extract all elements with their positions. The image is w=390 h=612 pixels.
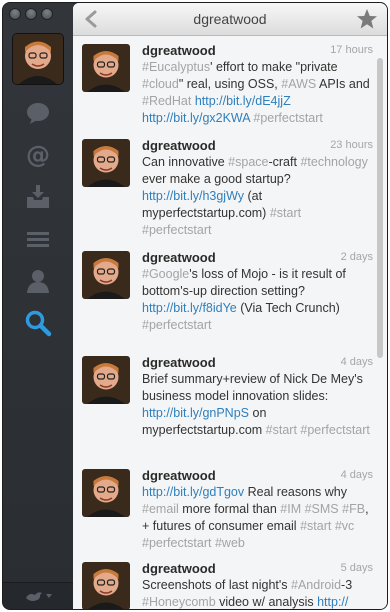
tweet-text-segment: -craft bbox=[268, 155, 301, 169]
tweet-row[interactable]: dgreatwood 5 days Screenshots of last nigh… bbox=[73, 554, 387, 609]
tweet-text: Brief summary+review of Nick De Mey's bu… bbox=[142, 371, 372, 439]
hashtag-link[interactable]: #Eucalyptus bbox=[142, 60, 210, 74]
tweet-row[interactable]: dgreatwood 23 hours Can innovative #space-… bbox=[73, 131, 387, 244]
titlebar: dgreatwood bbox=[73, 3, 387, 36]
tweet-row[interactable]: dgreatwood 2 days #Google's loss of Mojo -… bbox=[73, 243, 387, 349]
timeline-bubble-icon[interactable] bbox=[21, 96, 55, 130]
tweet-text: #Eucalyptus' effort to make "private #cl… bbox=[142, 59, 372, 127]
tweet-username[interactable]: dgreatwood bbox=[142, 355, 216, 370]
url-link[interactable]: http://bit.ly/gnPNpS bbox=[142, 406, 249, 420]
hashtag-link[interactable]: #cloud bbox=[142, 77, 179, 91]
hashtag-link[interactable]: #vc bbox=[335, 519, 354, 533]
minimize-window-button[interactable] bbox=[25, 8, 37, 20]
tweet-text: Screenshots of last night's #Android-3 #… bbox=[142, 577, 372, 609]
tweet-row[interactable]: dgreatwood 4 days Brief summary+review of … bbox=[73, 348, 387, 462]
tweet-text-segment: more formal than bbox=[178, 502, 281, 516]
tweet-timestamp: 4 days bbox=[340, 356, 373, 368]
hashtag-link[interactable]: #FB bbox=[342, 502, 365, 516]
tweet-text: #Google's loss of Mojo - is it result of… bbox=[142, 266, 372, 334]
tweet-avatar[interactable] bbox=[82, 469, 130, 517]
lists-icon[interactable] bbox=[21, 222, 55, 256]
hashtag-link[interactable]: #perfectstart bbox=[142, 318, 211, 332]
tweet-text-segment: ever make a good startup? bbox=[142, 172, 291, 186]
hashtag-link[interactable]: #start bbox=[266, 423, 297, 437]
window-controls bbox=[9, 8, 53, 20]
hashtag-link[interactable]: #technology bbox=[300, 155, 367, 169]
hashtag-link[interactable]: #perfectstart bbox=[142, 536, 211, 550]
tweet-username[interactable]: dgreatwood bbox=[142, 250, 216, 265]
scrollbar-thumb[interactable] bbox=[377, 58, 383, 358]
tweet-timestamp: 2 days bbox=[340, 251, 373, 263]
tweet-text-segment: ' effort to make "private bbox=[210, 60, 338, 74]
hashtag-link[interactable]: #AWS bbox=[281, 77, 316, 91]
search-icon[interactable] bbox=[21, 306, 55, 340]
hashtag-link[interactable]: #IM bbox=[280, 502, 301, 516]
hashtag-link[interactable]: #SMS bbox=[305, 502, 339, 516]
hashtag-link[interactable]: #perfectstart bbox=[300, 423, 369, 437]
url-link[interactable]: http://bit.ly/gx2KWA bbox=[142, 111, 250, 125]
tweet-timeline[interactable]: dgreatwood 17 hours #Eucalyptus' effort to… bbox=[73, 36, 387, 609]
hashtag-link[interactable]: #RedHat bbox=[142, 94, 191, 108]
tweet-username[interactable]: dgreatwood bbox=[142, 468, 216, 483]
account-avatar[interactable] bbox=[13, 34, 63, 84]
hashtag-link[interactable]: #email bbox=[142, 502, 179, 516]
url-link[interactable]: http://bit.ly/gdTgov bbox=[142, 485, 244, 499]
url-link[interactable]: http://bit.ly/dE4jjZ bbox=[195, 94, 291, 108]
tweet-row[interactable]: dgreatwood 17 hours #Eucalyptus' effort to… bbox=[73, 36, 387, 132]
tweet-row[interactable]: dgreatwood 4 days http://bit.ly/gdTgov Rea… bbox=[73, 461, 387, 555]
tweet-timestamp: 5 days bbox=[340, 562, 373, 574]
favorite-star-icon[interactable] bbox=[356, 8, 378, 30]
tweet-text-segment: Brief summary+review of Nick De Mey's bu… bbox=[142, 372, 363, 403]
tweet-avatar[interactable] bbox=[82, 562, 130, 609]
window-title: dgreatwood bbox=[193, 11, 267, 27]
bird-dropdown-icon bbox=[26, 592, 52, 601]
hashtag-link[interactable]: #perfectstart bbox=[253, 111, 322, 125]
app-window: @ dgreatwood dgreatwood 17 hours #Eucalypt… bbox=[3, 3, 387, 609]
main-pane: dgreatwood dgreatwood 17 hours #Eucalyptus… bbox=[73, 3, 387, 609]
tweet-text-segment: (Via Tech Crunch) bbox=[236, 301, 340, 315]
tweet-text-segment: " real, using OSS, bbox=[178, 77, 282, 91]
tweet-text-segment: -3 bbox=[341, 578, 353, 592]
hashtag-link[interactable]: #space bbox=[228, 155, 268, 169]
tweet-text-segment: Screenshots of last night's bbox=[142, 578, 291, 592]
hashtag-link[interactable]: #start bbox=[270, 206, 301, 220]
tweet-username[interactable]: dgreatwood bbox=[142, 43, 216, 58]
url-link[interactable]: http://bit.ly/h3gjWy bbox=[142, 189, 244, 203]
url-link[interactable]: http://bit.ly/f8idYe bbox=[142, 301, 237, 315]
tweet-text-segment: Can innovative bbox=[142, 155, 229, 169]
hashtag-link[interactable]: #start bbox=[300, 519, 331, 533]
sidebar: @ bbox=[3, 3, 73, 609]
tweet-text: Can innovative #space-craft #technology … bbox=[142, 154, 372, 239]
tweet-avatar[interactable] bbox=[82, 251, 130, 299]
hashtag-link[interactable]: #Google bbox=[142, 267, 189, 281]
mentions-at-icon[interactable]: @ bbox=[21, 138, 55, 172]
tweet-username[interactable]: dgreatwood bbox=[142, 561, 216, 576]
inbox-tray-icon[interactable] bbox=[21, 180, 55, 214]
tweet-timestamp: 17 hours bbox=[330, 44, 373, 56]
tweet-text: http://bit.ly/gdTgov Real reasons why #e… bbox=[142, 484, 372, 552]
hashtag-link[interactable]: #perfectstart bbox=[142, 223, 211, 237]
tweet-username[interactable]: dgreatwood bbox=[142, 138, 216, 153]
hashtag-link[interactable]: #Honeycomb bbox=[142, 595, 216, 609]
profile-person-icon[interactable] bbox=[21, 264, 55, 298]
zoom-window-button[interactable] bbox=[41, 8, 53, 20]
tweet-avatar[interactable] bbox=[82, 44, 130, 92]
tweet-text-segment: Real reasons why bbox=[244, 485, 347, 499]
tweet-avatar[interactable] bbox=[82, 139, 130, 187]
tweet-avatar[interactable] bbox=[82, 356, 130, 404]
tweet-text-segment: video w/ analysis bbox=[215, 595, 318, 609]
svg-text:@: @ bbox=[26, 141, 50, 169]
hashtag-link[interactable]: #Android bbox=[291, 578, 341, 592]
tweet-text-segment: APIs and bbox=[316, 77, 370, 91]
hashtag-link[interactable]: #web bbox=[215, 536, 245, 550]
tweet-timestamp: 4 days bbox=[340, 469, 373, 481]
close-window-button[interactable] bbox=[9, 8, 21, 20]
tweet-timestamp: 23 hours bbox=[330, 139, 373, 151]
compose-menu-button[interactable] bbox=[3, 582, 73, 609]
url-link[interactable]: http:// bbox=[317, 595, 348, 609]
